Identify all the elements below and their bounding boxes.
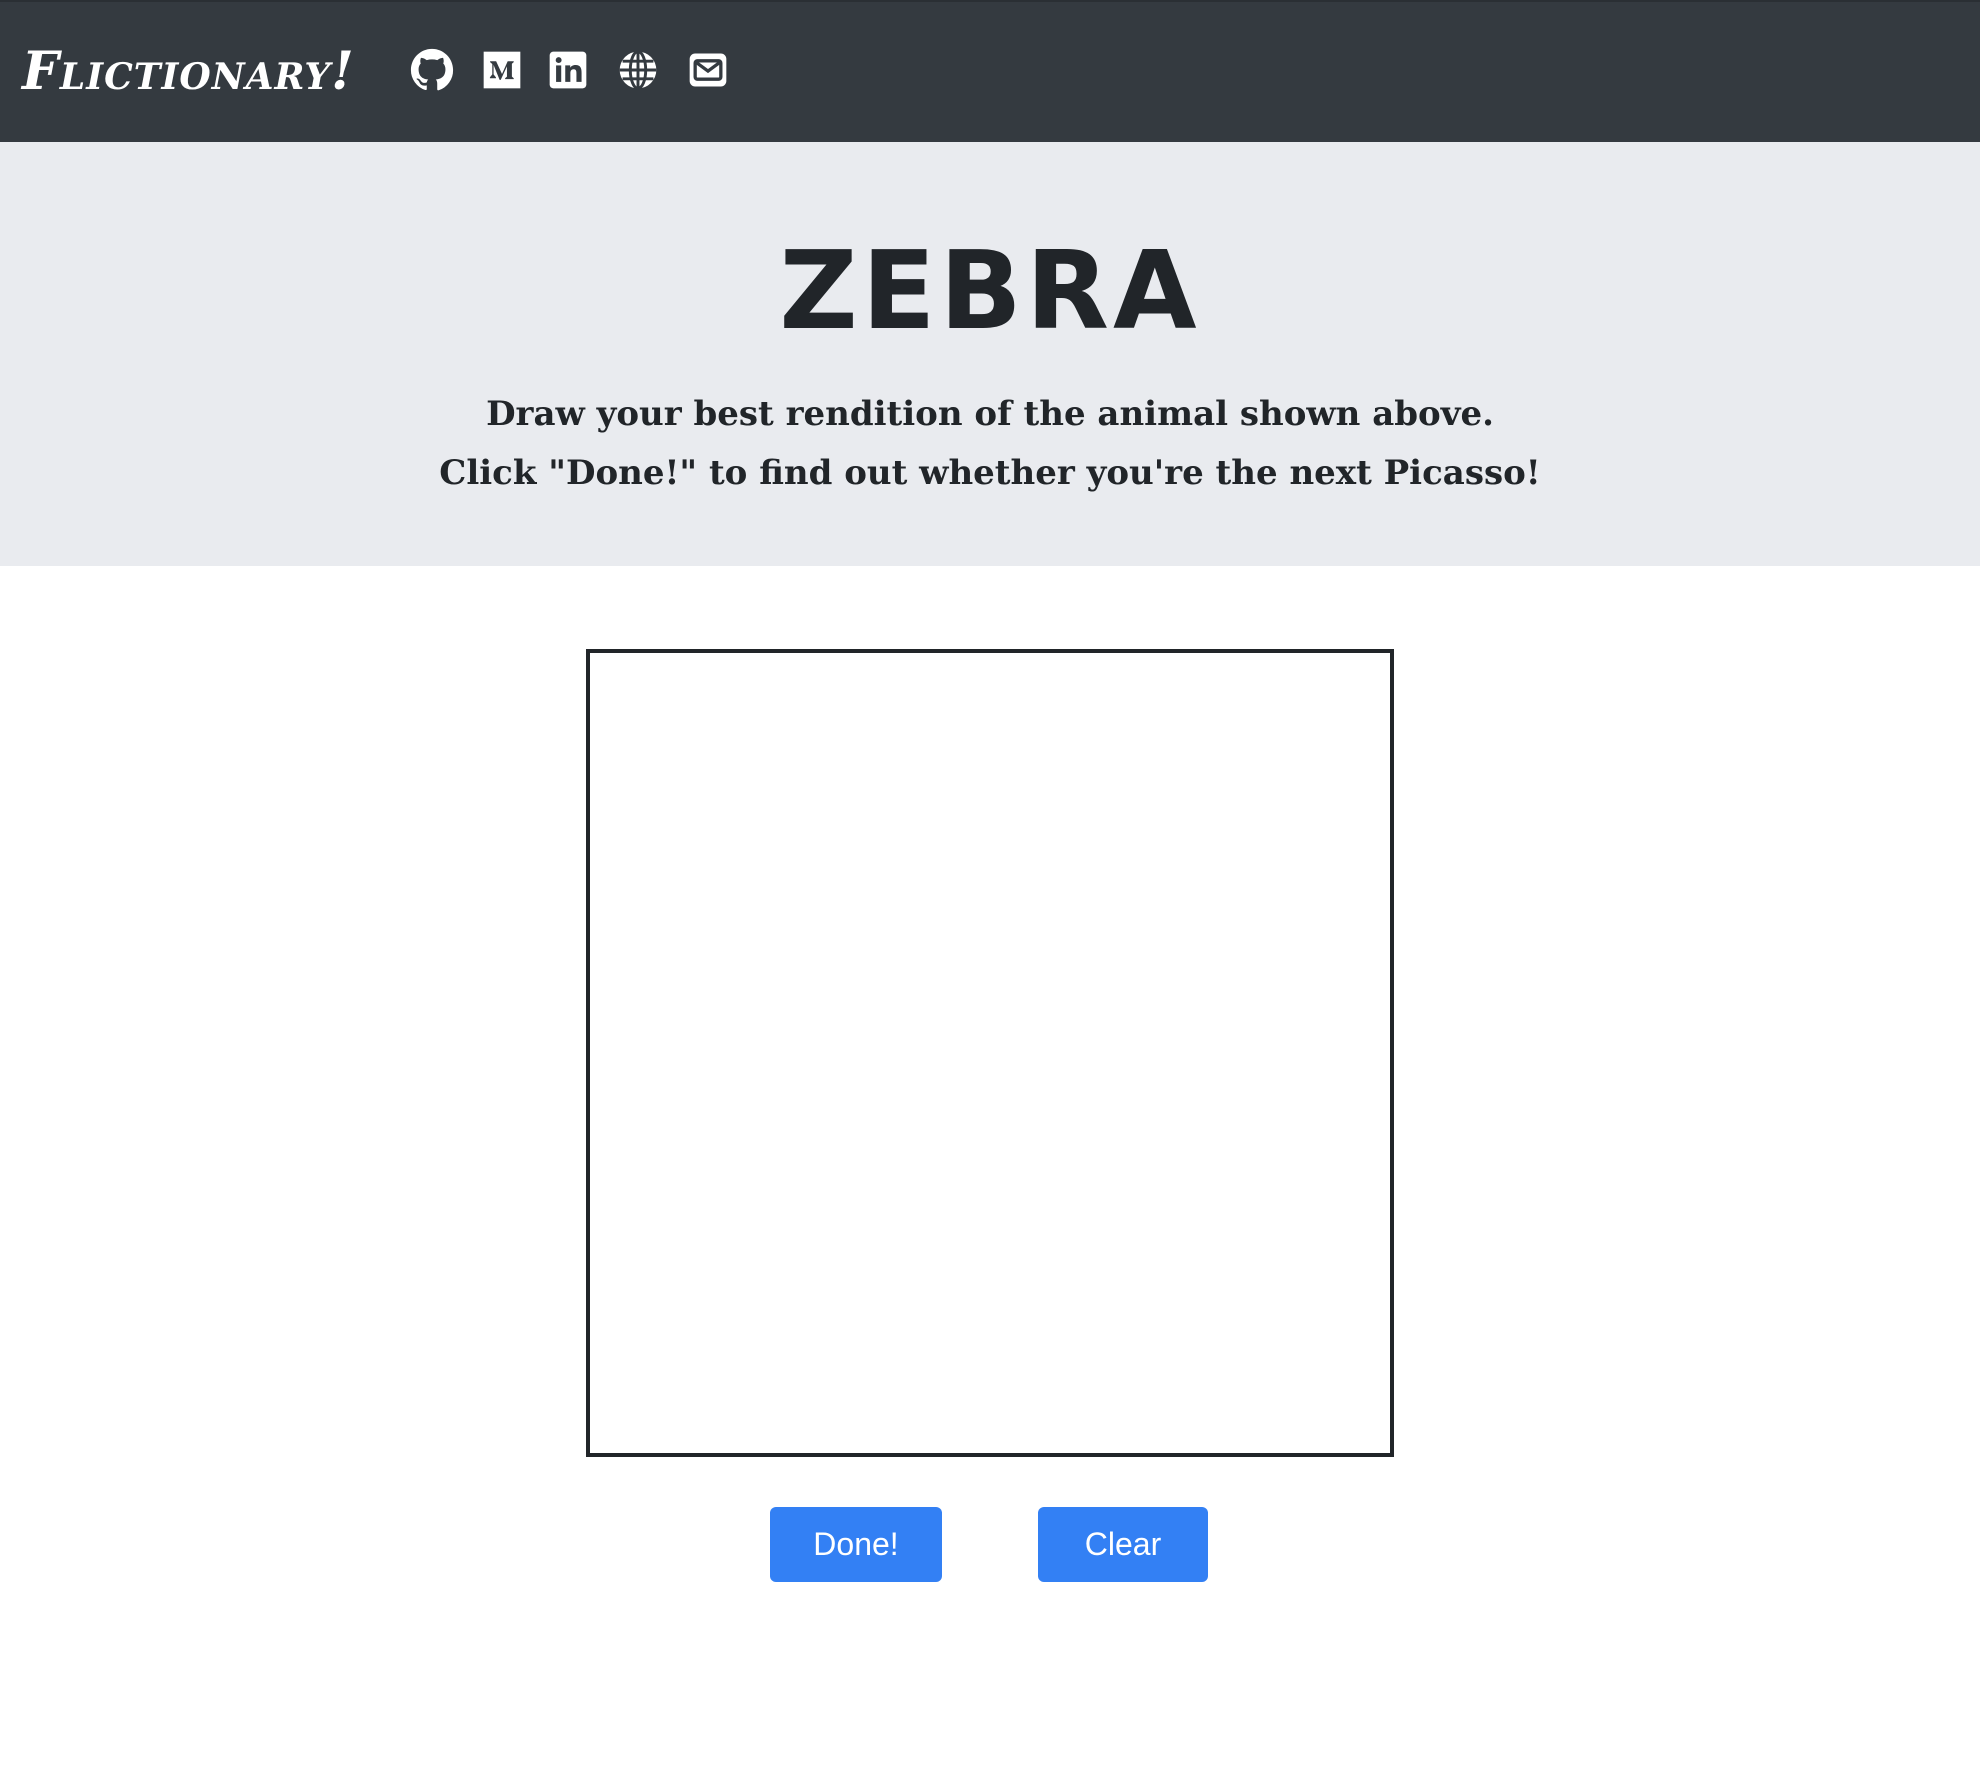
clear-button[interactable]: Clear	[1038, 1507, 1208, 1582]
instruction-line-1: Draw your best rendition of the animal s…	[486, 394, 1494, 434]
github-icon[interactable]	[410, 48, 454, 92]
done-button[interactable]: Done!	[770, 1507, 942, 1582]
hero-section: ZEBRA Draw your best rendition of the an…	[0, 142, 1980, 566]
drawing-canvas[interactable]	[586, 649, 1394, 1457]
instruction-line-2: Click "Done!" to find out whether you're…	[439, 453, 1541, 493]
envelope-icon[interactable]	[686, 48, 730, 92]
globe-icon[interactable]	[616, 48, 660, 92]
medium-icon[interactable]	[480, 48, 524, 92]
brand-logo[interactable]: Flictionary!	[22, 42, 355, 102]
navbar: Flictionary!	[0, 0, 1980, 142]
target-word: ZEBRA	[779, 229, 1201, 354]
linkedin-icon[interactable]	[546, 48, 590, 92]
